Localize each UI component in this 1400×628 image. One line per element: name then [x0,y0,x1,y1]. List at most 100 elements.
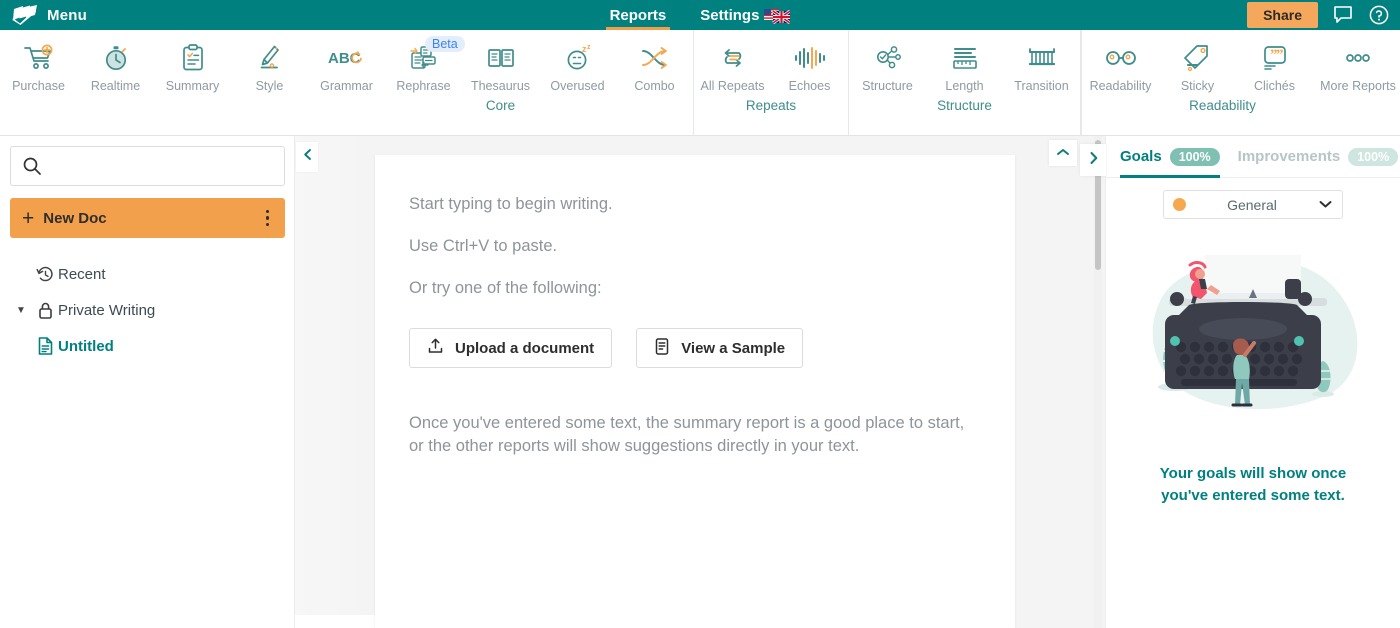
chat-bubble-icon[interactable] [1332,4,1354,26]
ribbon-group-core-label: Core [485,98,516,113]
collapse-goals-panel-button[interactable] [1080,144,1106,176]
ribbon-item-structure[interactable]: Structure [849,38,926,93]
tree-item-private-writing-label: Private Writing [58,301,156,319]
tab-improvements-percent: 100% [1348,147,1399,166]
tree-twisty-private-writing[interactable]: ▼ [10,305,32,316]
goal-category-label: General [1227,196,1277,213]
ruler-lines-icon [950,41,980,75]
shopping-cart-plus-icon [23,41,55,75]
tab-settings-label: Settings [700,6,760,24]
waveform-icon [793,41,827,75]
tab-goals-percent: 100% [1169,147,1220,166]
editor-scrollbar[interactable] [1094,136,1102,628]
view-sample-button[interactable]: View a Sample [636,328,804,368]
chevron-right-icon [1088,151,1099,170]
top-right-actions: Share [1247,0,1390,30]
tree-item-recent-label: Recent [58,265,106,283]
open-book-icon [486,41,516,75]
ribbon-group-readability: Readability Sticky ” ” Clichés More Repo… [1081,30,1400,136]
ribbon-group-repeats: All Repeats Echoes Repeats [694,30,849,136]
ribbon-item-more-reports[interactable]: More Reports [1313,38,1400,93]
ribbon-item-transition-label: Transition [1014,79,1069,93]
tab-reports[interactable]: Reports [605,0,671,30]
ribbon-item-purchase[interactable]: Purchase [0,38,77,93]
search-container [10,146,285,186]
ribbon-item-length[interactable]: Length [926,38,1003,93]
glasses-icon [1103,41,1139,75]
ribbon-item-echoes[interactable]: Echoes [771,38,848,93]
tree-item-recent[interactable]: Recent [10,256,284,292]
editor-hint-2: Use Ctrl+V to paste. [409,237,558,255]
view-sample-label: View a Sample [681,339,786,357]
plus-icon: + [22,206,35,230]
tab-goals[interactable]: Goals 100% [1120,136,1220,178]
goal-category-dot-icon [1173,198,1186,211]
upload-icon [427,337,444,359]
ribbon-item-sticky[interactable]: Sticky [1159,38,1236,93]
editor-hint-1: Start typing to begin writing. [409,195,613,213]
goals-empty-message: Your goals will show once you've entered… [1159,465,1347,504]
tab-improvements[interactable]: Improvements 100% [1238,136,1399,178]
ribbon-item-overused[interactable]: z z Overused [539,38,616,93]
editor-action-buttons: Upload a document View a Sample [409,328,981,368]
app-root: Menu Reports Settings Share Purchase Rea… [0,0,1400,628]
tree-item-untitled[interactable]: Untitled [10,328,284,364]
tree-item-private-writing[interactable]: ▼ Private Writing [10,292,284,328]
main-body: + New Doc Recent ▼ Private Writing Untit… [0,136,1400,628]
ribbon-item-cliches-label: Clichés [1254,79,1295,93]
ribbon-item-rephrase[interactable]: Beta Rephrase [385,36,465,93]
ribbon-item-thesaurus[interactable]: Thesaurus [462,38,539,93]
document-lines-icon [654,337,670,360]
lock-icon [32,301,58,320]
reports-ribbon: Purchase Realtime Summary Style ABC Gram… [0,30,1400,136]
ribbon-item-all-repeats[interactable]: All Repeats [694,38,771,93]
ribbon-item-thesaurus-label: Thesaurus [470,79,531,93]
chevron-left-icon [302,148,313,166]
editor-hint-3: Or try one of the following: [409,279,602,297]
goals-illustration-wrapper [1106,237,1400,447]
crossing-arrows-icon [639,41,671,75]
new-doc-button[interactable]: + New Doc [10,198,285,238]
editor-page[interactable]: Start typing to begin writing. Use Ctrl+… [375,155,1015,628]
ribbon-item-style[interactable]: Style [231,38,308,93]
ribbon-item-purchase-label: Purchase [12,79,65,93]
typewriter-illustration [1133,237,1373,447]
search-input[interactable] [10,146,285,186]
collapse-sidebar-button[interactable] [296,142,318,172]
ribbon-item-summary[interactable]: Summary [154,38,231,93]
documents-sidebar: + New Doc Recent ▼ Private Writing Untit… [0,136,295,628]
ribbon-item-more-reports-label: More Reports [1320,79,1396,93]
upload-document-label: Upload a document [455,339,595,357]
goal-category-select[interactable]: General [1163,190,1343,219]
ribbon-item-readability[interactable]: Readability [1082,38,1159,93]
ribbon-item-cliches[interactable]: ” ” Clichés [1236,38,1313,93]
ribbon-group-quick: Purchase Realtime Summary Style [0,30,308,136]
ribbon-item-combo[interactable]: Combo [616,38,693,93]
question-circle-icon[interactable] [1368,4,1390,26]
collapse-ribbon-button[interactable] [1049,140,1077,166]
upload-document-button[interactable]: Upload a document [409,328,613,368]
ribbon-item-length-label: Length [945,79,984,93]
bridge-icon [1027,41,1057,75]
kebab-menu-icon[interactable] [262,206,274,231]
tab-settings[interactable]: Settings [696,0,794,30]
editor-info-paragraph: Once you've entered some text, the summa… [409,414,965,456]
history-clock-icon [32,265,58,284]
ribbon-item-echoes-label: Echoes [788,79,831,93]
ribbon-item-readability-label: Readability [1089,79,1152,93]
document-tree: Recent ▼ Private Writing Untitled [10,256,284,364]
ribbon-item-transition[interactable]: Transition [1003,38,1080,93]
tab-goals-label: Goals [1120,148,1162,165]
editor-left-gutter [295,136,375,615]
ribbon-item-realtime[interactable]: Realtime [77,38,154,93]
tab-improvements-label: Improvements [1237,148,1341,165]
chevron-down-icon [1318,196,1333,214]
share-button[interactable]: Share [1247,2,1318,28]
ribbon-item-all-repeats-label: All Repeats [700,79,765,93]
ribbon-item-combo-label: Combo [634,79,675,93]
sleepy-face-icon: z z [563,41,593,75]
sticky-tag-icon [1183,41,1213,75]
ribbon-item-grammar[interactable]: ABC Grammar [308,38,385,93]
ribbon-group-readability-label: Readability [1189,98,1256,113]
ribbon-item-realtime-label: Realtime [90,79,141,93]
